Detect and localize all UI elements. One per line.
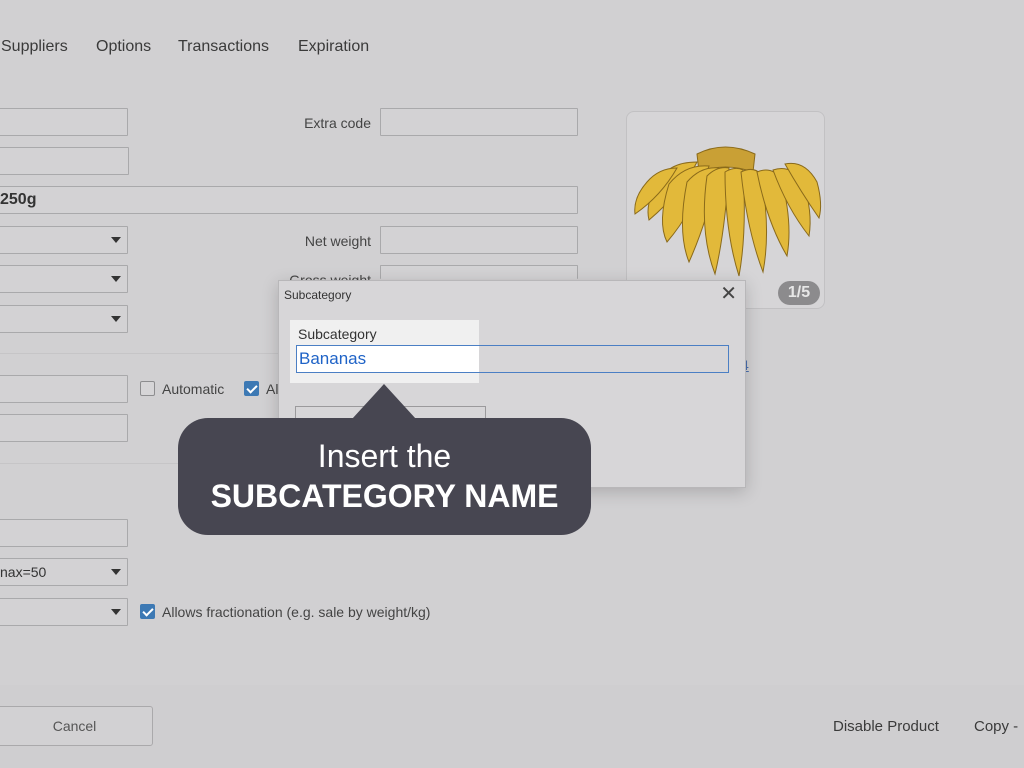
dropdown-arrow-icon <box>111 237 121 243</box>
sale-unit-select[interactable] <box>0 598 128 626</box>
category-select[interactable] <box>0 226 128 254</box>
automatic-checkbox[interactable] <box>140 381 155 396</box>
extra-code-field[interactable] <box>380 108 578 136</box>
fractionation-checkbox[interactable] <box>140 604 155 619</box>
subcategory-input-value: Bananas <box>299 349 367 368</box>
tab-transactions[interactable]: Transactions <box>178 38 269 56</box>
gross-weight-label: Gross weight <box>289 272 371 280</box>
section-divider <box>0 353 280 354</box>
net-weight-field[interactable] <box>380 226 578 254</box>
tab-options[interactable]: Options <box>96 38 151 56</box>
net-weight-label: Net weight <box>304 233 371 249</box>
extra-code-label: Extra code <box>304 115 371 131</box>
barcode-field[interactable] <box>0 147 129 175</box>
margin-field[interactable] <box>0 414 128 442</box>
stock-limit-select[interactable]: nax=50 <box>0 558 128 586</box>
tutorial-callout: Insert the SUBCATEGORY NAME <box>178 418 591 535</box>
subcategory-select[interactable] <box>0 265 128 293</box>
allows-label-fragment: Al <box>266 381 279 397</box>
callout-line-2: SUBCATEGORY NAME <box>210 478 559 514</box>
fractionation-label: Allows fractionation (e.g. sale by weigh… <box>162 604 431 620</box>
section-divider <box>0 463 180 464</box>
allows-checkbox[interactable] <box>244 381 259 396</box>
subcategory-field-label: Subcategory <box>298 326 377 342</box>
dialog-title: Subcategory <box>284 288 352 302</box>
dropdown-arrow-icon <box>111 316 121 322</box>
price-field[interactable] <box>0 375 128 403</box>
callout-pointer <box>352 384 416 419</box>
callout-line-1: Insert the <box>317 438 452 474</box>
copy-button[interactable]: Copy - <box>974 718 1018 735</box>
dropdown-arrow-icon <box>111 569 121 575</box>
automatic-label: Automatic <box>162 381 225 397</box>
product-name-field[interactable]: 250g <box>0 186 578 214</box>
stock-field[interactable] <box>0 519 128 547</box>
gross-weight-field[interactable] <box>380 265 578 279</box>
close-icon[interactable]: ✕ <box>720 283 737 305</box>
banana-bunch-image <box>634 146 822 277</box>
disable-product-button[interactable]: Disable Product <box>833 718 939 735</box>
dropdown-arrow-icon <box>111 276 121 282</box>
stock-limit-value: nax=50 <box>0 564 47 580</box>
product-name-value: 250g <box>0 191 37 208</box>
code-field[interactable] <box>0 108 128 136</box>
unit-select[interactable] <box>0 305 128 333</box>
tab-expiration[interactable]: Expiration <box>298 38 369 56</box>
tab-suppliers[interactable]: Suppliers <box>1 38 68 56</box>
image-counter-badge: 1/5 <box>778 281 820 305</box>
cancel-button[interactable]: Cancel <box>0 706 153 746</box>
dropdown-arrow-icon <box>111 609 121 615</box>
